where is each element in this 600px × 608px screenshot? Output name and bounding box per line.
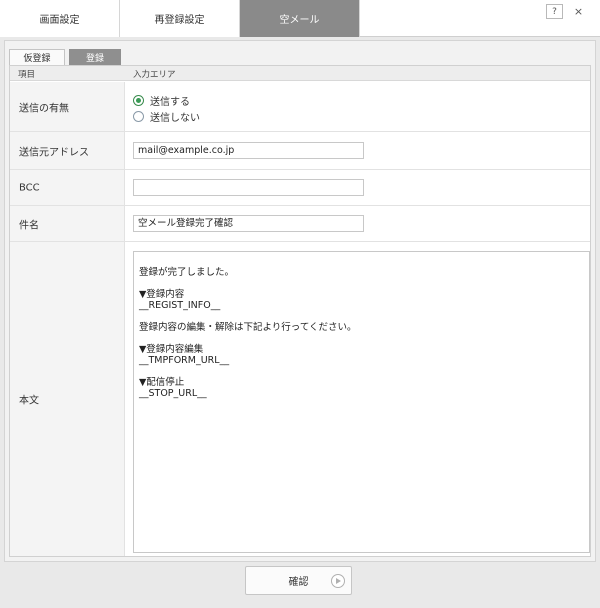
tab-screen-settings[interactable]: 画面設定	[0, 0, 120, 37]
send-row: 送信の有無 送信する 送信しない	[10, 82, 590, 132]
table-header: 項目 入力エリア	[10, 66, 590, 81]
bcc-row: BCC	[10, 170, 590, 206]
settings-panel: 仮登録 登録 項目 入力エリア 送信の有無 送信する 送信しない 送信元アドレス	[4, 40, 596, 562]
tab-reregistration-settings[interactable]: 再登録設定	[120, 0, 240, 37]
subject-label: 件名	[19, 220, 39, 231]
radio-no-send-circle[interactable]	[133, 110, 144, 122]
from-label: 送信元アドレス	[19, 147, 89, 158]
radio-send-label: 送信する	[150, 96, 190, 108]
confirm-button[interactable]: 確認	[245, 566, 352, 595]
subject-label-cell: 件名	[10, 206, 125, 241]
from-label-cell: 送信元アドレス	[10, 132, 125, 169]
radio-no-send-label: 送信しない	[150, 112, 200, 124]
bcc-input[interactable]	[133, 179, 364, 196]
radio-no-send[interactable]: 送信しない	[133, 109, 200, 124]
top-tab-bar: 画面設定 再登録設定 空メール ? ×	[0, 0, 600, 37]
subject-row: 件名 空メール登録完了確認	[10, 206, 590, 242]
from-row: 送信元アドレス mail@example.co.jp	[10, 132, 590, 170]
radio-send-circle[interactable]	[133, 94, 144, 106]
header-input-area: 入力エリア	[133, 70, 176, 80]
play-arrow-icon	[331, 574, 345, 588]
body-row: 本文 登録が完了しました。 ▼登録内容 __REGIST_INFO__ 登録内容…	[10, 242, 590, 556]
body-label: 本文	[19, 395, 39, 407]
tab-empty-mail[interactable]: 空メール	[240, 0, 360, 37]
body-textarea[interactable]: 登録が完了しました。 ▼登録内容 __REGIST_INFO__ 登録内容の編集…	[133, 251, 590, 553]
body-label-cell: 本文	[10, 242, 125, 556]
bcc-label: BCC	[19, 182, 40, 193]
subtab-registration[interactable]: 登録	[69, 49, 121, 65]
close-icon[interactable]: ×	[570, 4, 587, 19]
header-item: 項目	[18, 70, 36, 80]
help-icon[interactable]: ?	[546, 4, 563, 19]
send-label: 送信の有無	[19, 103, 69, 114]
settings-form: 項目 入力エリア 送信の有無 送信する 送信しない 送信元アドレス mail@e…	[9, 65, 591, 557]
from-address-input[interactable]: mail@example.co.jp	[133, 142, 364, 159]
subtab-provisional-registration[interactable]: 仮登録	[9, 49, 65, 65]
bcc-label-cell: BCC	[10, 170, 125, 205]
radio-send[interactable]: 送信する	[133, 93, 190, 108]
send-label-cell: 送信の有無	[10, 82, 125, 131]
subject-input[interactable]: 空メール登録完了確認	[133, 215, 364, 232]
